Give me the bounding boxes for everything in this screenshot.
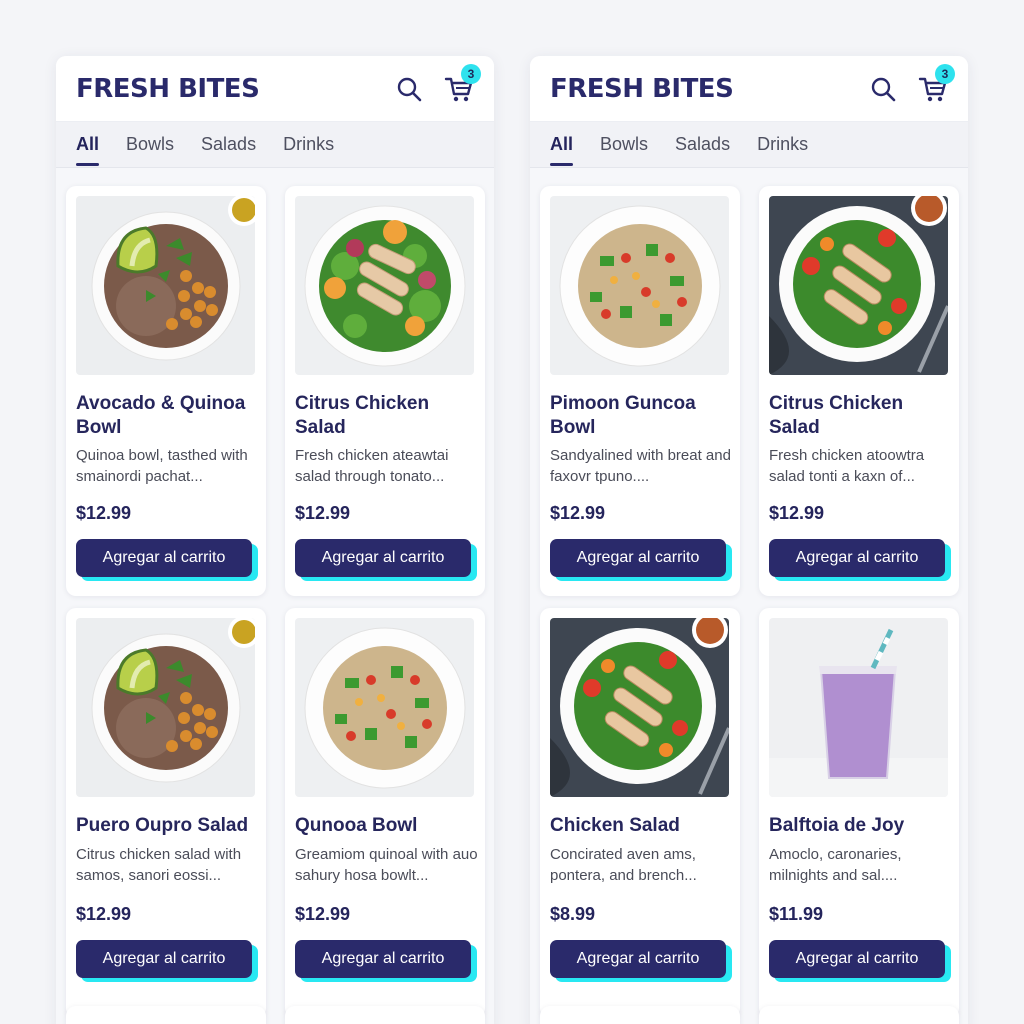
product-price: $12.99 — [550, 503, 606, 523]
product-price: $12.99 — [76, 503, 132, 523]
product-price: $12.99 — [769, 503, 825, 523]
product-name: Pimoon Guncoa Bowl — [550, 393, 696, 438]
app-header: FRESH BITES 3 — [530, 56, 968, 122]
product-description: Sandyalined with breat and faxovr tpuno.… — [550, 447, 731, 485]
product-image — [769, 618, 948, 797]
add-to-cart-button[interactable]: Agregar al carrito — [76, 940, 252, 978]
product-name: Qunooa Bowl — [295, 815, 418, 836]
category-tabs: All Bowls Salads Drinks — [530, 122, 968, 168]
product-price: $8.99 — [550, 904, 596, 924]
product-price: $11.99 — [769, 904, 824, 924]
product-name: Balftoia de Joy — [769, 815, 905, 836]
add-to-cart-button[interactable]: Agregar al carrito — [295, 539, 471, 577]
tab-drinks[interactable]: Drinks — [757, 122, 808, 167]
product-card: Balftoia de Joy Amoclo, caronaries, miln… — [759, 608, 959, 1018]
product-name: Citrus Chicken Salad — [769, 393, 904, 438]
product-name: Avocado & Quinoa Bowl — [76, 393, 246, 438]
product-card: Avocado & Quinoa Bowl Quinoa bowl, tasth… — [66, 186, 266, 596]
tab-bowls[interactable]: Bowls — [600, 122, 648, 167]
tab-salads[interactable]: Salads — [675, 122, 730, 167]
product-card-partial — [759, 1006, 959, 1024]
product-description: Fresh chicken ateawtai salad through ton… — [295, 447, 449, 485]
product-price: $12.99 — [76, 904, 132, 924]
product-description: Fresh chicken atoowtra salad tonti a kax… — [769, 447, 925, 485]
add-to-cart-button[interactable]: Agregar al carrito — [295, 940, 471, 978]
product-image — [550, 618, 729, 797]
add-to-cart-button[interactable]: Agregar al carrito — [550, 940, 726, 978]
product-image — [295, 196, 474, 375]
product-description: Amoclo, caronaries, milnights and sal...… — [769, 846, 902, 884]
tab-all[interactable]: All — [550, 122, 574, 167]
product-name: Chicken Salad — [550, 815, 680, 836]
tab-salads[interactable]: Salads — [201, 122, 256, 167]
add-to-cart-button[interactable]: Agregar al carrito — [769, 940, 945, 978]
tab-drinks[interactable]: Drinks — [283, 122, 334, 167]
product-image — [769, 196, 948, 375]
cart-count-badge: 3 — [461, 64, 481, 84]
product-card: Pimoon Guncoa Bowl Sandyalined with brea… — [540, 186, 740, 596]
add-to-cart-button[interactable]: Agregar al carrito — [76, 539, 252, 577]
product-name: Citrus Chicken Salad — [295, 393, 430, 438]
product-price: $12.99 — [295, 503, 351, 523]
cart-count-badge: 3 — [935, 64, 955, 84]
product-image — [76, 618, 255, 797]
product-card-partial — [540, 1006, 740, 1024]
product-card-partial — [66, 1006, 266, 1024]
brand-logo: FRESH BITES — [550, 73, 734, 104]
add-to-cart-button[interactable]: Agregar al carrito — [550, 539, 726, 577]
product-card: Chicken Salad Concirated aven ams, ponte… — [540, 608, 740, 1018]
product-price: $12.99 — [295, 904, 351, 924]
product-card: Puero Oupro Salad Citrus chicken salad w… — [66, 608, 266, 1018]
product-description: Concirated aven ams, pontera, and brench… — [550, 846, 697, 884]
search-icon[interactable] — [396, 76, 422, 102]
product-image — [550, 196, 729, 375]
product-name: Puero Oupro Salad — [76, 815, 249, 836]
product-card: Citrus Chicken Salad Fresh chicken atoow… — [759, 186, 959, 596]
product-image — [76, 196, 255, 375]
app-screen-left: FRESH BITES 3 All Bowls Salads Drinks Av… — [56, 56, 494, 1024]
brand-logo: FRESH BITES — [76, 73, 260, 104]
app-header: FRESH BITES 3 — [56, 56, 494, 122]
add-to-cart-button[interactable]: Agregar al carrito — [769, 539, 945, 577]
search-icon[interactable] — [870, 76, 896, 102]
product-image — [295, 618, 474, 797]
product-card: Qunooa Bowl Greamiom quinoal with auo sa… — [285, 608, 485, 1018]
product-description: Quinoa bowl, tasthed with smainordi pach… — [76, 447, 248, 485]
app-screen-right: FRESH BITES 3 All Bowls Salads Drinks Pi… — [530, 56, 968, 1024]
product-description: Greamiom quinoal with auo sahury hosa bo… — [295, 846, 478, 884]
category-tabs: All Bowls Salads Drinks — [56, 122, 494, 168]
product-card-partial — [285, 1006, 485, 1024]
tab-bowls[interactable]: Bowls — [126, 122, 174, 167]
tab-all[interactable]: All — [76, 122, 100, 167]
product-description: Citrus chicken salad with samos, sanori … — [76, 846, 242, 884]
product-card: Citrus Chicken Salad Fresh chicken ateaw… — [285, 186, 485, 596]
